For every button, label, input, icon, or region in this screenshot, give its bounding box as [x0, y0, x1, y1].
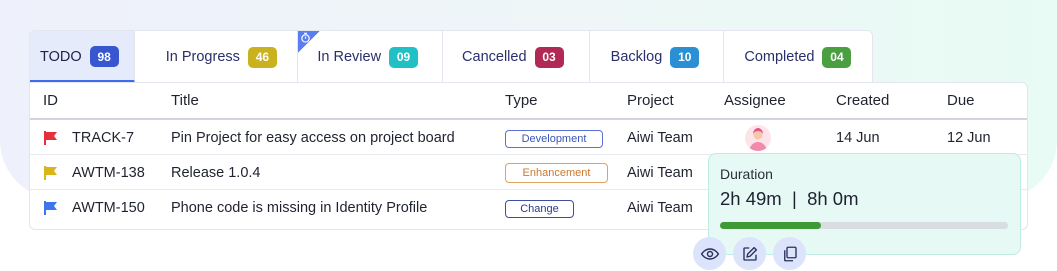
- column-header-created[interactable]: Created: [836, 92, 889, 109]
- issue-title[interactable]: Phone code is missing in Identity Profil…: [171, 200, 427, 216]
- copy-icon: [783, 246, 797, 261]
- duration-progress-fill: [720, 222, 821, 229]
- tab-label: In Progress: [165, 49, 240, 65]
- count-badge: 98: [89, 46, 119, 67]
- type-badge: Change: [505, 200, 574, 218]
- due-date: 12 Jun: [947, 130, 991, 146]
- tab-cancelled[interactable]: Cancelled 03: [443, 31, 590, 82]
- duration-progress-bar: [720, 222, 1008, 229]
- tab-label: In Review: [317, 49, 382, 65]
- type-badge: Enhancement: [505, 163, 608, 183]
- eye-icon: [700, 247, 719, 260]
- tab-todo[interactable]: TODO 98: [30, 31, 135, 82]
- tab-label: Cancelled: [462, 49, 527, 65]
- timer-corner-icon: [298, 31, 321, 53]
- issue-title[interactable]: Pin Project for easy access on project b…: [171, 130, 455, 146]
- issue-id[interactable]: TRACK-7: [72, 130, 134, 146]
- project-name: Aiwi Team: [627, 130, 693, 146]
- tab-in-review[interactable]: In Review 09: [298, 31, 444, 82]
- tab-label: Completed: [744, 49, 815, 65]
- column-header-title[interactable]: Title: [171, 92, 199, 109]
- tab-label: TODO: [40, 48, 82, 65]
- tab-completed[interactable]: Completed 04: [724, 31, 872, 82]
- issue-title[interactable]: Release 1.0.4: [171, 165, 260, 181]
- avatar[interactable]: [745, 125, 771, 151]
- count-badge: 46: [247, 46, 277, 68]
- duration-label: Duration: [720, 166, 773, 182]
- issue-id[interactable]: AWTM-150: [72, 200, 145, 216]
- column-header-type[interactable]: Type: [505, 92, 538, 109]
- created-date: 14 Jun: [836, 130, 880, 146]
- edit-icon: [742, 246, 757, 261]
- red-flag-icon: [44, 131, 57, 145]
- count-badge: 03: [534, 46, 564, 68]
- table-header: ID Title Type Project Assignee Created D…: [30, 83, 1027, 120]
- copy-button[interactable]: [773, 237, 806, 270]
- count-badge: 09: [389, 46, 419, 68]
- project-name: Aiwi Team: [627, 200, 693, 216]
- tab-label: Backlog: [610, 49, 663, 65]
- duration-value: 2h 49m | 8h 0m: [720, 188, 859, 209]
- tab-backlog[interactable]: Backlog 10: [590, 31, 725, 82]
- type-badge: Development: [505, 130, 603, 148]
- row-actions: [693, 237, 806, 270]
- view-button[interactable]: [693, 237, 726, 270]
- project-name: Aiwi Team: [627, 165, 693, 181]
- yellow-flag-icon: [44, 166, 57, 180]
- blue-flag-icon: [44, 201, 57, 215]
- tab-in-progress[interactable]: In Progress 46: [135, 31, 299, 82]
- count-badge: 10: [670, 46, 700, 68]
- issue-id[interactable]: AWTM-138: [72, 165, 145, 181]
- column-header-project[interactable]: Project: [627, 92, 674, 109]
- count-badge: 04: [822, 46, 852, 68]
- table-row[interactable]: TRACK-7 Pin Project for easy access on p…: [30, 121, 1027, 155]
- column-header-assignee[interactable]: Assignee: [724, 92, 786, 109]
- column-header-due[interactable]: Due: [947, 92, 975, 109]
- edit-button[interactable]: [733, 237, 766, 270]
- status-tabs: TODO 98 In Progress 46 In Review 09 Canc…: [29, 30, 873, 82]
- column-header-id[interactable]: ID: [43, 92, 58, 109]
